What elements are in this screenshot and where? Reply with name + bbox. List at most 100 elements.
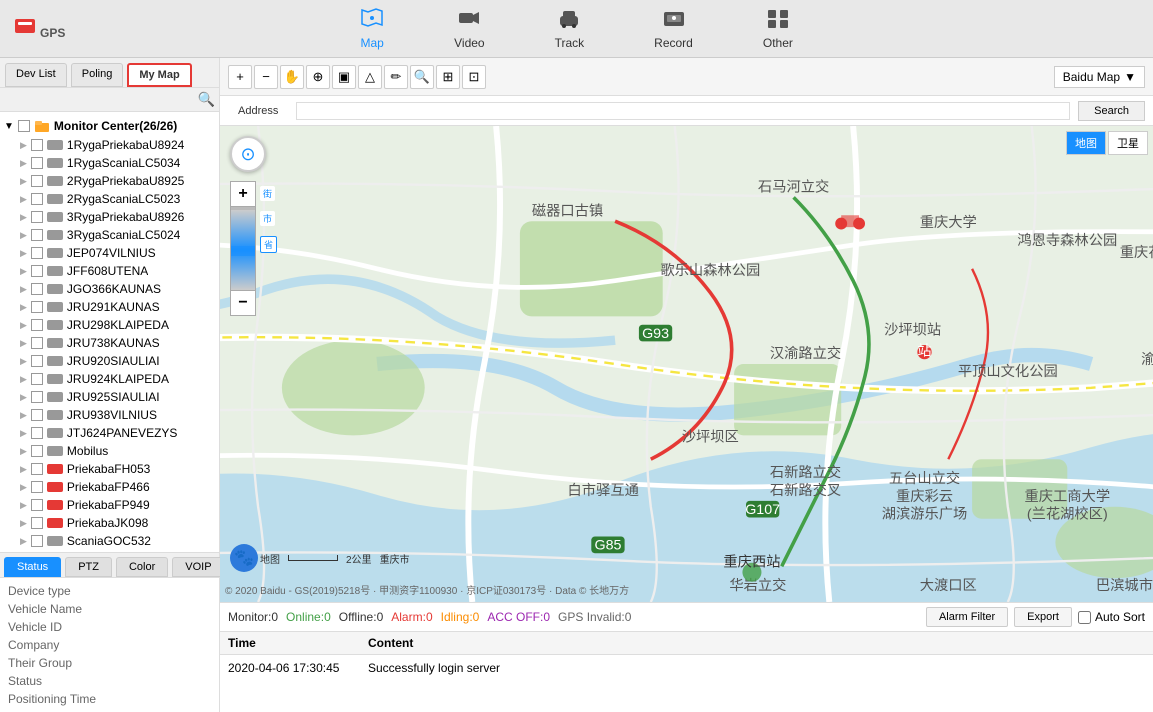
checkbox[interactable] [31, 463, 43, 475]
list-item[interactable]: ▶ 2RygaPriekabaU8925 [4, 172, 215, 190]
alarm-filter-button[interactable]: Alarm Filter [926, 607, 1008, 627]
list-item[interactable]: ▶ 2RygaScaniaLC5023 [4, 190, 215, 208]
nav-item-track[interactable]: Track [535, 2, 605, 56]
list-item[interactable]: ▶ JRU291KAUNAS [4, 298, 215, 316]
toolbar-circle[interactable]: ⊕ [306, 65, 330, 89]
checkbox[interactable] [31, 337, 43, 349]
vehicle-icon [47, 266, 63, 276]
nav-record-label: Record [654, 36, 693, 50]
list-item[interactable]: ▶ Mobilus [4, 442, 215, 460]
tree-expand-icon: ▶ [20, 338, 27, 349]
toolbar-grid[interactable]: ⊞ [436, 65, 460, 89]
tab-dev-list[interactable]: Dev List [5, 63, 67, 87]
list-item[interactable]: ▶ JRU298KLAIPEDA [4, 316, 215, 334]
checkbox[interactable] [31, 355, 43, 367]
list-item[interactable]: ▶ 3RygaScaniaLC5024 [4, 226, 215, 244]
zoom-out-button[interactable]: − [230, 290, 256, 316]
tree-expand-icon: ▶ [20, 374, 27, 385]
tab-voip[interactable]: VOIP [172, 557, 224, 577]
list-item[interactable]: ▶ PriekabaFH053 [4, 460, 215, 478]
toolbar-draw[interactable]: ✏ [384, 65, 408, 89]
tree-root-checkbox[interactable] [18, 120, 30, 132]
tree-expand-icon: ▶ [20, 158, 27, 169]
list-item[interactable]: ▶ PriekabaJK098 [4, 514, 215, 532]
list-item[interactable]: ▶ 1RygaScaniaLC5034 [4, 154, 215, 172]
toolbar-fit[interactable]: ⊡ [462, 65, 486, 89]
list-item[interactable]: ▶ PriekabaFP466 [4, 478, 215, 496]
checkbox[interactable] [31, 499, 43, 511]
info-row: Vehicle Name [8, 600, 211, 618]
map-type-selector[interactable]: Baidu Map ▼ [1054, 66, 1145, 88]
device-name: JRU938VILNIUS [67, 408, 157, 422]
auto-sort-checkbox[interactable] [1078, 611, 1091, 624]
checkbox[interactable] [31, 211, 43, 223]
checkbox[interactable] [31, 373, 43, 385]
nav-item-map[interactable]: Map [340, 2, 404, 56]
checkbox[interactable] [31, 175, 43, 187]
list-item[interactable]: ▶ JEP074VILNIUS [4, 244, 215, 262]
device-tree[interactable]: ▼ Monitor Center(26/26) ▶ 1RygaPriekabaU… [0, 112, 219, 552]
tab-status[interactable]: Status [4, 557, 61, 577]
list-item[interactable]: ▶ JRU738KAUNAS [4, 334, 215, 352]
log-content-0: Successfully login server [368, 661, 1145, 675]
export-button[interactable]: Export [1014, 607, 1072, 627]
list-item[interactable]: ▶ JRU920SIAULIAI [4, 352, 215, 370]
toolbar-poly[interactable]: △ [358, 65, 382, 89]
search-button[interactable]: Search [1078, 101, 1145, 121]
checkbox[interactable] [31, 157, 43, 169]
nav-item-other[interactable]: Other [743, 2, 813, 56]
right-content: + − ✋ ⊕ ▣ △ ✏ 🔍 ⊞ ⊡ Baidu Map ▼ Address … [220, 58, 1153, 712]
list-item[interactable]: ▶ JTJ624PANEVEZYS [4, 424, 215, 442]
checkbox[interactable] [31, 229, 43, 241]
nav-item-video[interactable]: Video [434, 2, 504, 56]
checkbox[interactable] [31, 283, 43, 295]
list-item[interactable]: ▶ PriekabaFP949 [4, 496, 215, 514]
toolbar-zoom-out[interactable]: − [254, 65, 278, 89]
checkbox[interactable] [31, 319, 43, 331]
device-name: 2RygaPriekabaU8925 [67, 174, 184, 188]
svg-text:五台山立交: 五台山立交 [889, 469, 960, 487]
toolbar-zoom-in[interactable]: + [228, 65, 252, 89]
checkbox[interactable] [31, 517, 43, 529]
map-type-satellite[interactable]: 卫星 [1108, 131, 1148, 155]
tab-color[interactable]: Color [116, 557, 168, 577]
checkbox[interactable] [31, 535, 43, 547]
sidebar-search-icon[interactable]: 🔍 [198, 91, 215, 108]
tab-poling[interactable]: Poling [71, 63, 124, 87]
toolbar-search[interactable]: 🔍 [410, 65, 434, 89]
checkbox[interactable] [31, 301, 43, 313]
compass-button[interactable]: ⊙ [230, 136, 266, 172]
tab-ptz[interactable]: PTZ [65, 557, 112, 577]
checkbox[interactable] [31, 265, 43, 277]
tab-my-map[interactable]: My Map [127, 63, 191, 87]
toolbar-pan[interactable]: ✋ [280, 65, 304, 89]
bottom-tabs: Status PTZ Color VOIP [0, 552, 219, 577]
list-item[interactable]: ▶ JRU938VILNIUS [4, 406, 215, 424]
other-icon [766, 8, 790, 34]
nav-item-record[interactable]: Record [634, 2, 713, 56]
checkbox[interactable] [31, 427, 43, 439]
map-container[interactable]: 磁器口古镇 石马河立交 歌乐山森林公园 重庆大学 鸿恩寺森林公园 重庆花卉公园 … [220, 126, 1153, 602]
list-item[interactable]: ▶ JFF608UTENA [4, 262, 215, 280]
toolbar-rect[interactable]: ▣ [332, 65, 356, 89]
vehicle-icon [47, 392, 63, 402]
zoom-in-button[interactable]: + [230, 181, 256, 207]
map-type-map[interactable]: 地图 [1066, 131, 1106, 155]
list-item[interactable]: ▶ JGO366KAUNAS [4, 280, 215, 298]
list-item[interactable]: ▶ 1RygaPriekabaU8924 [4, 136, 215, 154]
checkbox[interactable] [31, 247, 43, 259]
svg-text:平顶山文化公园: 平顶山文化公园 [958, 363, 1058, 380]
address-input[interactable] [296, 102, 1070, 120]
list-item[interactable]: ▶ ScaniaGOC532 [4, 532, 215, 550]
checkbox[interactable] [31, 193, 43, 205]
checkbox[interactable] [31, 445, 43, 457]
tree-root[interactable]: ▼ Monitor Center(26/26) [4, 116, 215, 136]
list-item[interactable]: ▶ JRU924KLAIPEDA [4, 370, 215, 388]
list-item[interactable]: ▶ 3RygaPriekabaU8926 [4, 208, 215, 226]
checkbox[interactable] [31, 481, 43, 493]
checkbox[interactable] [31, 139, 43, 151]
checkbox[interactable] [31, 409, 43, 421]
checkbox[interactable] [31, 391, 43, 403]
list-item[interactable]: ▶ JRU925SIAULIAI [4, 388, 215, 406]
gps-status: GPS Invalid:0 [558, 610, 631, 624]
